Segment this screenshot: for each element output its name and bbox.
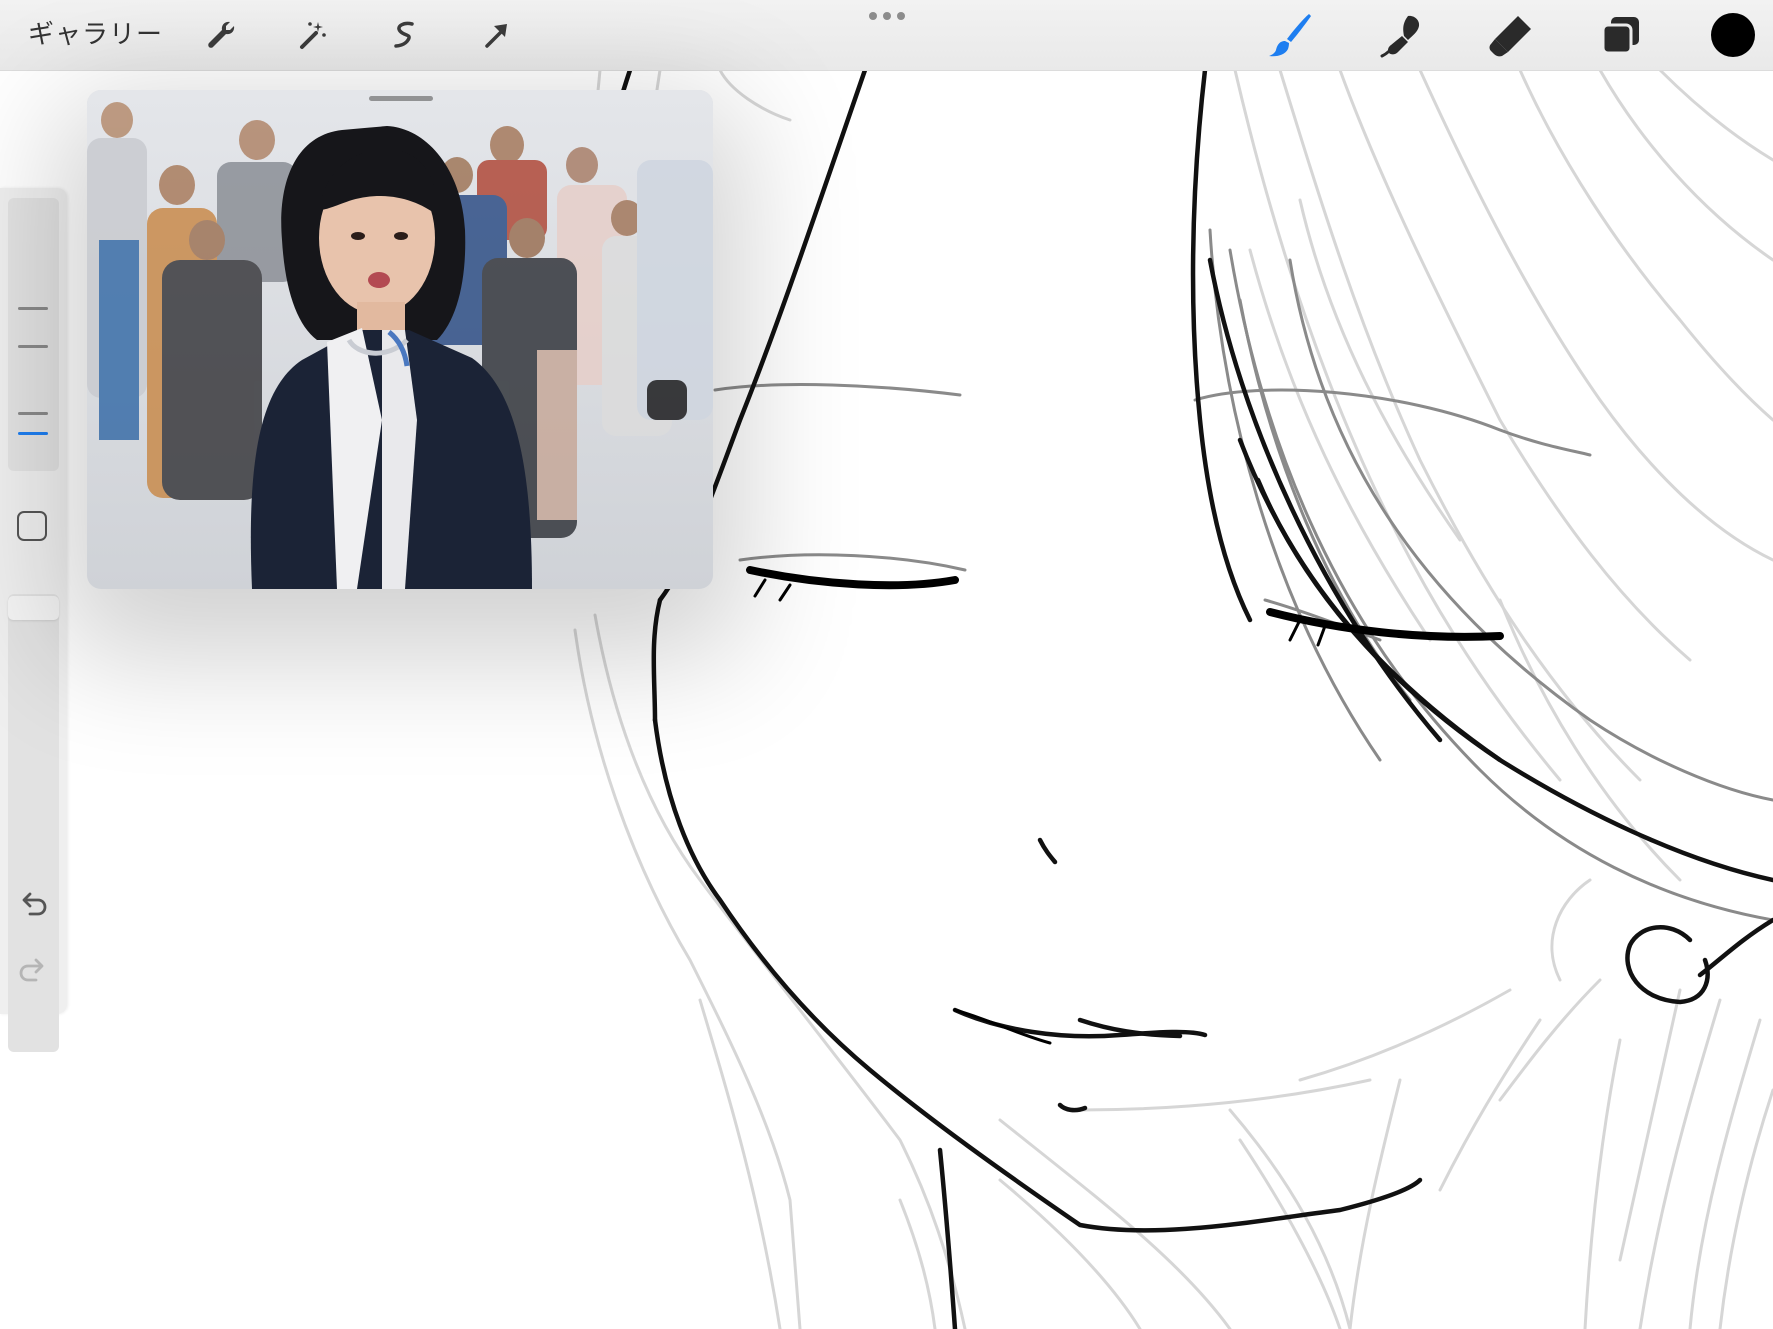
wrench-icon[interactable]	[200, 14, 242, 56]
slider-handle-indicator[interactable]	[18, 432, 48, 435]
slider-tick	[18, 307, 48, 310]
modify-button[interactable]	[17, 511, 47, 541]
left-sidebar	[0, 188, 67, 1052]
color-swatch[interactable]	[1708, 10, 1758, 60]
brush-size-slider[interactable]	[8, 198, 59, 471]
slider-tick	[18, 345, 48, 348]
video-frame	[87, 90, 713, 589]
redo-icon[interactable]	[14, 952, 52, 990]
layers-icon[interactable]	[1596, 10, 1646, 60]
opacity-slider-handle[interactable]	[8, 596, 59, 620]
procreate-app: ギャラリー	[0, 0, 1773, 1329]
pip-drag-handle[interactable]	[369, 96, 433, 101]
brush-icon[interactable]	[1264, 10, 1314, 60]
magic-wand-icon[interactable]	[292, 14, 334, 56]
top-toolbar: ギャラリー	[0, 0, 1773, 71]
transform-arrow-icon[interactable]	[476, 14, 518, 56]
smudge-icon[interactable]	[1376, 10, 1426, 60]
slider-tick	[18, 412, 48, 415]
undo-icon[interactable]	[14, 886, 52, 924]
gallery-button[interactable]: ギャラリー	[28, 16, 163, 54]
picture-in-picture-video[interactable]	[87, 90, 713, 589]
selection-icon[interactable]	[384, 14, 426, 56]
eraser-icon[interactable]	[1486, 10, 1536, 60]
more-options-icon[interactable]	[868, 11, 906, 21]
